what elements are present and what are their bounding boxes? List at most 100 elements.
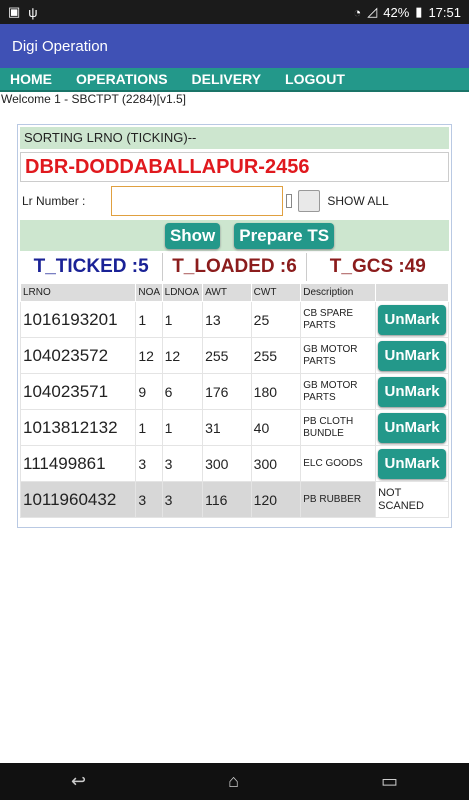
table-row: 1016193201 1 1 13 25 CB SPARE PARTS UnMa… — [19, 301, 449, 338]
cell-description: CB SPARE PARTS — [300, 301, 377, 338]
cell-description: PB CLOTH BUNDLE — [300, 409, 377, 446]
lr-number-label: Lr Number : — [22, 194, 86, 208]
wifi-icon: ◔ — [353, 4, 362, 20]
sorting-panel: SORTING LRNO (TICKING)-- DBR-DODDABALLAP… — [17, 124, 452, 528]
cell-awt: 13 — [202, 301, 252, 338]
stats-row: T_TICKED :5 T_LOADED :6 T_GCS :49 — [20, 251, 449, 283]
cell-description: GB MOTOR PARTS — [300, 337, 377, 374]
unmark-button[interactable]: UnMark — [378, 304, 446, 335]
clock: 17:51 — [428, 4, 461, 20]
cell-ldnoa: 3 — [161, 445, 204, 482]
header-description: Description — [300, 283, 377, 302]
recents-icon[interactable]: ▭ — [381, 771, 398, 792]
unmark-button[interactable]: UnMark — [378, 376, 446, 407]
show-all-label: SHOW ALL — [327, 194, 389, 208]
route-label: DBR-DODDABALLAPUR-2456 — [20, 152, 449, 182]
status-bar: ▣ ψ ◔ ◿ 42% ▮ 17:51 — [0, 0, 469, 24]
cell-noa: 9 — [135, 373, 163, 410]
header-ldnoa: LDNOA — [161, 283, 204, 302]
cell-lrno: 1011960432 — [19, 481, 137, 518]
unmark-button[interactable]: UnMark — [378, 340, 446, 371]
header-cwt: CWT — [250, 283, 302, 302]
battery-percent: 42% — [383, 4, 410, 20]
cell-noa: 3 — [135, 445, 163, 482]
cell-action: UnMark — [375, 409, 449, 446]
cell-description: PB RUBBER — [300, 481, 377, 518]
cell-ldnoa: 1 — [161, 409, 204, 446]
cell-status: NOT SCANED — [375, 481, 449, 518]
home-icon[interactable]: ⌂ — [228, 771, 239, 792]
header-action — [375, 283, 449, 302]
show-all-checkbox[interactable] — [298, 190, 321, 212]
table-row: 111499861 3 3 300 300 ELC GOODS UnMark — [19, 445, 449, 482]
cell-cwt: 25 — [250, 301, 302, 338]
nav-home[interactable]: HOME — [10, 71, 52, 87]
cell-action: UnMark — [375, 445, 449, 482]
cell-cwt: 255 — [250, 337, 302, 374]
prepare-ts-button[interactable]: Prepare TS — [234, 222, 335, 249]
table-header-row: LRNO NOA LDNOA AWT CWT Description — [19, 283, 449, 302]
app-bar: Digi Operation — [0, 24, 469, 68]
cell-action: UnMark — [375, 301, 449, 338]
gcs-count: T_GCS :49 — [329, 256, 426, 277]
cell-awt: 116 — [202, 481, 252, 518]
table-row: 104023572 12 12 255 255 GB MOTOR PARTS U… — [19, 337, 449, 374]
cell-action: UnMark — [375, 373, 449, 410]
input-marker — [286, 194, 293, 208]
cell-action: UnMark — [375, 337, 449, 374]
main-nav: HOME OPERATIONS DELIVERY LOGOUT — [0, 68, 469, 90]
back-icon[interactable]: ↩ — [71, 771, 86, 792]
button-bar: Show Prepare TS — [20, 220, 449, 251]
nav-delivery[interactable]: DELIVERY — [192, 71, 262, 87]
loaded-count: T_LOADED :6 — [163, 253, 307, 281]
cell-lrno: 1013812132 — [19, 409, 137, 446]
system-nav-bar: ↩ ⌂ ▭ — [0, 763, 469, 800]
cell-noa: 1 — [135, 301, 163, 338]
table-row: 104023571 9 6 176 180 GB MOTOR PARTS UnM… — [19, 373, 449, 410]
welcome-text: Welcome 1 - SBCTPT (2284)[v1.5] — [1, 92, 186, 106]
header-lrno: LRNO — [19, 283, 137, 302]
status-right: ◔ ◿ 42% ▮ 17:51 — [353, 4, 461, 20]
cell-cwt: 180 — [250, 373, 302, 410]
lr-row: Lr Number : SHOW ALL — [20, 182, 449, 220]
table-row: 1013812132 1 1 31 40 PB CLOTH BUNDLE UnM… — [19, 409, 449, 446]
cell-lrno: 1016193201 — [19, 301, 137, 338]
cell-lrno: 111499861 — [19, 445, 137, 482]
unmark-button[interactable]: UnMark — [378, 448, 446, 479]
cell-cwt: 120 — [250, 481, 302, 518]
ticked-count: T_TICKED :5 — [20, 253, 164, 281]
cell-awt: 300 — [202, 445, 252, 482]
battery-icon: ▮ — [415, 4, 423, 19]
header-noa: NOA — [135, 283, 163, 302]
cell-ldnoa: 1 — [161, 301, 204, 338]
table-row: 1011960432 3 3 116 120 PB RUBBER NOT SCA… — [19, 481, 449, 518]
lr-number-input[interactable] — [111, 186, 284, 216]
cell-lrno: 104023571 — [19, 373, 137, 410]
cell-awt: 31 — [202, 409, 252, 446]
usb-icon: ψ — [28, 4, 38, 20]
cell-cwt: 40 — [250, 409, 302, 446]
app-title: Digi Operation — [12, 37, 108, 55]
cell-ldnoa: 6 — [161, 373, 204, 410]
cell-awt: 176 — [202, 373, 252, 410]
header-awt: AWT — [202, 283, 252, 302]
lr-table: LRNO NOA LDNOA AWT CWT Description 10161… — [19, 283, 449, 518]
panel-title: SORTING LRNO (TICKING)-- — [20, 127, 449, 149]
photo-icon: ▣ — [8, 4, 21, 19]
status-left: ▣ ψ — [8, 4, 38, 20]
cell-ldnoa: 3 — [161, 481, 204, 518]
cell-ldnoa: 12 — [161, 337, 204, 374]
cell-noa: 3 — [135, 481, 163, 518]
cell-noa: 1 — [135, 409, 163, 446]
nav-logout[interactable]: LOGOUT — [285, 71, 345, 87]
show-button[interactable]: Show — [164, 222, 221, 249]
cell-description: GB MOTOR PARTS — [300, 373, 377, 410]
cell-lrno: 104023572 — [19, 337, 137, 374]
nav-operations[interactable]: OPERATIONS — [76, 71, 168, 87]
cell-awt: 255 — [202, 337, 252, 374]
cell-cwt: 300 — [250, 445, 302, 482]
signal-icon: ◿ — [367, 4, 378, 19]
cell-description: ELC GOODS — [300, 445, 377, 482]
cell-noa: 12 — [135, 337, 163, 374]
unmark-button[interactable]: UnMark — [378, 412, 446, 443]
